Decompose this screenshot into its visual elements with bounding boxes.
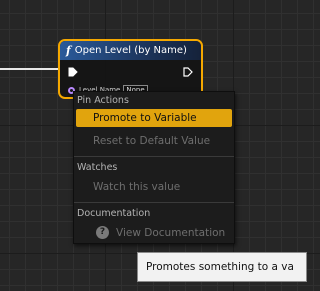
menu-divider [74, 202, 234, 203]
watch-this-value-item[interactable]: Watch this value [76, 178, 232, 196]
exec-wire [0, 68, 60, 70]
promote-to-variable-item[interactable]: Promote to Variable [76, 109, 232, 127]
exec-in-pin-icon[interactable] [68, 67, 78, 77]
view-documentation-label: View Documentation [116, 227, 226, 239]
menu-divider [74, 156, 234, 157]
section-header-watches: Watches [77, 162, 118, 173]
node-title: Open Level (by Name) [74, 45, 187, 56]
help-icon: ? [96, 226, 109, 239]
exec-out-pin-icon[interactable] [183, 67, 193, 77]
section-header-pin-actions: Pin Actions [77, 95, 129, 106]
section-header-documentation: Documentation [77, 208, 151, 219]
tooltip: Promotes something to a va [137, 252, 307, 282]
view-documentation-item[interactable]: ? View Documentation [76, 224, 232, 242]
open-level-node[interactable]: f Open Level (by Name) Level Name None [58, 39, 203, 99]
context-menu: Pin Actions Promote to Variable Reset to… [73, 91, 235, 244]
reset-to-default-item[interactable]: Reset to Default Value [76, 132, 232, 150]
function-icon: f [66, 44, 71, 57]
node-header[interactable]: f Open Level (by Name) [60, 41, 201, 60]
